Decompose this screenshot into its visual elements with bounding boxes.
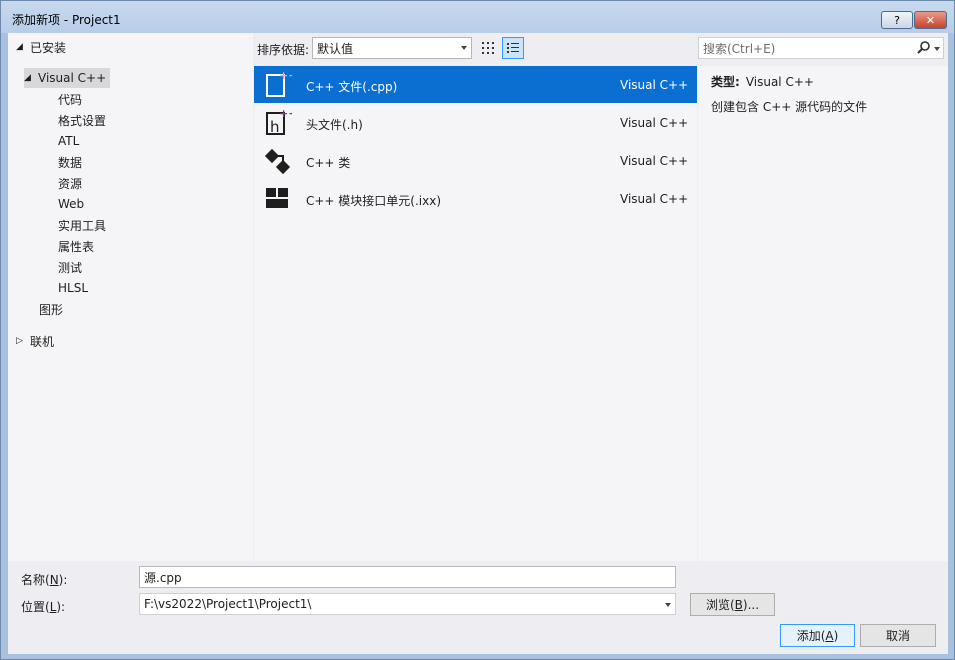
item-name: C++ 文件(.cpp) bbox=[306, 80, 398, 94]
search-icon[interactable] bbox=[917, 40, 931, 54]
list-view-button[interactable] bbox=[502, 37, 524, 59]
close-button[interactable]: ✕ bbox=[914, 11, 947, 29]
tree-node-label: Web bbox=[58, 197, 85, 211]
location-label: 位置(L): bbox=[21, 600, 66, 614]
tree-node-resource[interactable]: 资源 bbox=[58, 173, 82, 193]
tree-node-label: ATL bbox=[58, 134, 80, 148]
dropdown-arrow-icon bbox=[461, 46, 467, 50]
tree-node-test[interactable]: 测试 bbox=[58, 257, 82, 277]
tree-node-label: 代码 bbox=[58, 92, 83, 107]
cpp-file-icon: ++ bbox=[266, 69, 292, 97]
sort-value: 默认值 bbox=[317, 41, 354, 56]
item-type: Visual C++ bbox=[620, 154, 689, 168]
module-icon bbox=[266, 188, 288, 208]
svg-text:++: ++ bbox=[279, 69, 292, 82]
details-pane: 类型: Visual C++ 创建包含 C++ 源代码的文件 bbox=[698, 66, 948, 561]
item-type: Visual C++ bbox=[620, 192, 689, 206]
dialog-client: ◢ 已安装 ◢ Visual C++ 代码 格式设置 ATL 数据 资源 Web… bbox=[8, 33, 948, 654]
tree-node-label: 已安装 bbox=[30, 40, 67, 55]
detail-type-value: Visual C++ bbox=[745, 75, 814, 89]
tree-node-label: 属性表 bbox=[58, 239, 95, 254]
sort-dropdown[interactable]: 默认值 bbox=[312, 37, 472, 59]
search-input[interactable]: 搜索(Ctrl+E) bbox=[703, 40, 775, 57]
expand-icon[interactable]: ▷ bbox=[16, 336, 30, 346]
location-combo[interactable]: F:\vs2022\Project1\Project1\ bbox=[139, 593, 676, 615]
dialog-window: 添加新项 - Project1 ? ✕ ◢ 已安装 ◢ Visual C++ 代… bbox=[0, 0, 955, 660]
tree-node-online[interactable]: ▷ 联机 bbox=[16, 331, 54, 351]
tree-node-label: 数据 bbox=[58, 155, 83, 170]
name-label: 名称(N): bbox=[21, 573, 68, 587]
list-item-header-file[interactable]: h ++ 头文件(.h) Visual C++ bbox=[254, 104, 697, 141]
tree-node-web[interactable]: Web bbox=[58, 194, 84, 214]
tree-node-label: 实用工具 bbox=[58, 218, 107, 233]
add-button[interactable]: 添加(A) bbox=[780, 624, 855, 647]
window-title: 添加新项 - Project1 bbox=[12, 13, 121, 27]
collapse-icon[interactable]: ◢ bbox=[24, 73, 38, 83]
item-type: Visual C++ bbox=[620, 78, 689, 92]
list-item-cpp-class[interactable]: C++ 类 Visual C++ bbox=[254, 142, 697, 179]
list-icon bbox=[507, 43, 519, 53]
item-name: C++ 模块接口单元(.ixx) bbox=[306, 194, 442, 208]
svg-text:++: ++ bbox=[279, 107, 292, 120]
cpp-class-icon bbox=[264, 148, 291, 175]
tree-node-formatting[interactable]: 格式设置 bbox=[58, 110, 106, 130]
tree-node-label: 格式设置 bbox=[58, 113, 107, 128]
name-value: 源.cpp bbox=[144, 570, 182, 585]
browse-button[interactable]: 浏览(B)... bbox=[690, 593, 775, 616]
tree-node-label: 联机 bbox=[30, 334, 55, 349]
tree-node-data[interactable]: 数据 bbox=[58, 152, 82, 172]
tree-node-label: 图形 bbox=[39, 302, 64, 317]
tree-node-label: Visual C++ bbox=[38, 71, 107, 85]
tree-node-installed[interactable]: ◢ 已安装 bbox=[16, 37, 66, 57]
item-type: Visual C++ bbox=[620, 116, 689, 130]
help-button[interactable]: ? bbox=[881, 11, 913, 29]
header-file-icon: h ++ bbox=[266, 107, 292, 136]
detail-type-label: 类型: bbox=[711, 75, 740, 89]
grid-view-button[interactable] bbox=[477, 37, 499, 59]
search-box[interactable]: 搜索(Ctrl+E) bbox=[698, 37, 944, 59]
template-list: ++ C++ 文件(.cpp) Visual C++ h ++ 头文件(.h) … bbox=[254, 66, 697, 561]
name-input[interactable]: 源.cpp bbox=[139, 566, 676, 588]
tree-node-label: 测试 bbox=[58, 260, 83, 275]
tree-node-utility[interactable]: 实用工具 bbox=[58, 215, 106, 235]
svg-text:h: h bbox=[270, 118, 280, 136]
cancel-button[interactable]: 取消 bbox=[860, 624, 936, 647]
detail-description: 创建包含 C++ 源代码的文件 bbox=[711, 100, 868, 114]
collapse-icon[interactable]: ◢ bbox=[16, 42, 30, 52]
item-name: C++ 类 bbox=[306, 156, 351, 170]
search-options-arrow-icon[interactable] bbox=[934, 47, 940, 51]
tree-node-visual-cpp[interactable]: ◢ Visual C++ bbox=[24, 68, 111, 88]
dropdown-arrow-icon[interactable] bbox=[665, 603, 671, 607]
tree-node-hlsl[interactable]: HLSL bbox=[58, 278, 88, 298]
grid-icon bbox=[482, 42, 494, 54]
list-item-module-interface[interactable]: C++ 模块接口单元(.ixx) Visual C++ bbox=[254, 180, 697, 217]
template-tree: ◢ 已安装 ◢ Visual C++ 代码 格式设置 ATL 数据 资源 Web… bbox=[8, 33, 253, 561]
tree-node-graphics[interactable]: 图形 bbox=[39, 299, 63, 319]
sort-label: 排序依据: bbox=[257, 43, 310, 57]
detail-type: 类型: Visual C++ bbox=[711, 73, 814, 90]
location-value: F:\vs2022\Project1\Project1\ bbox=[144, 597, 312, 611]
tree-node-code[interactable]: 代码 bbox=[58, 89, 82, 109]
list-item-cpp-file[interactable]: ++ C++ 文件(.cpp) Visual C++ bbox=[254, 66, 697, 103]
tree-node-atl[interactable]: ATL bbox=[58, 131, 79, 151]
item-name: 头文件(.h) bbox=[306, 118, 363, 132]
title-bar[interactable]: 添加新项 - Project1 ? ✕ bbox=[1, 1, 954, 33]
tree-node-label: 资源 bbox=[58, 176, 83, 191]
tree-node-property-sheet[interactable]: 属性表 bbox=[58, 236, 94, 256]
tree-node-label: HLSL bbox=[58, 281, 89, 295]
